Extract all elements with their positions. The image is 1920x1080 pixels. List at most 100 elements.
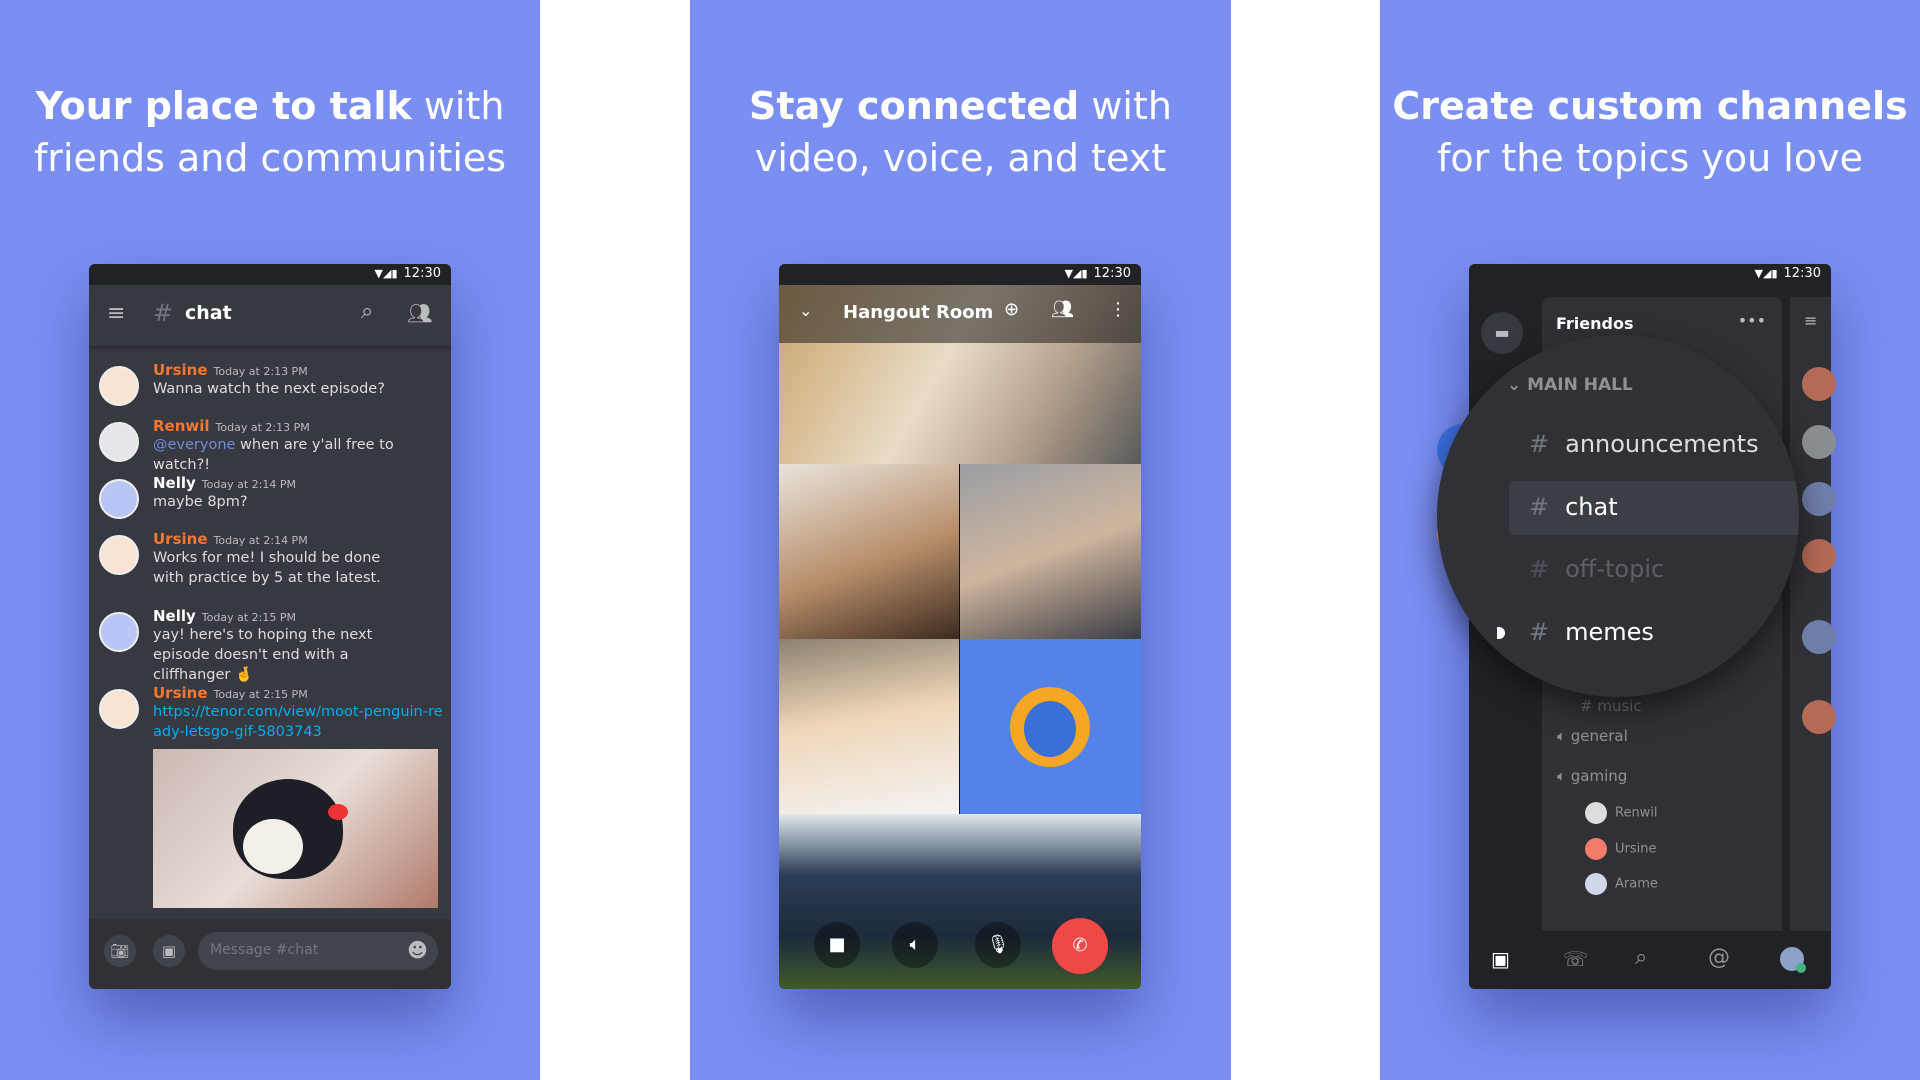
member-avatar[interactable]	[1802, 482, 1836, 516]
microphone-button[interactable]: 🎙︎	[975, 922, 1021, 968]
profile-avatar[interactable]	[1780, 947, 1806, 973]
channel-memes[interactable]: # memes	[1529, 618, 1654, 646]
status-bar: ▼◢▮ 12:30	[1469, 264, 1831, 285]
message-link[interactable]: https://tenor.com/view/moot-penguin-read…	[153, 702, 443, 742]
video-tile-baking[interactable]: ⌄ Hangout Room ⊕ 👥︎ ⋮	[779, 285, 1141, 464]
channels-phone: ▼◢▮ 12:30 ▬ Friendos ••• ≡ # music 🔈︎ gen…	[1437, 264, 1836, 989]
speaker-button[interactable]: 🔈︎	[892, 922, 938, 968]
message-input[interactable]: Message #chat ☻	[198, 932, 438, 970]
wifi-signal-battery-icon: ▼◢▮	[1754, 267, 1778, 280]
message: Nelly Today at 2:15 PM yay! here's to hopi…	[99, 606, 443, 685]
video-tile-headphones[interactable]	[960, 464, 1141, 639]
user-name: Arame	[1615, 876, 1658, 892]
timestamp: Today at 2:14 PM	[213, 534, 308, 547]
author[interactable]: Ursine	[153, 684, 208, 702]
headline-rest: with	[1079, 84, 1172, 128]
timestamp: Today at 2:15 PM	[201, 611, 296, 624]
message-text: Works for me! I should be done with prac…	[153, 550, 381, 586]
user-name: Ursine	[1615, 841, 1657, 857]
camera-toggle-button[interactable]: ■	[814, 922, 860, 968]
discord-home-icon[interactable]: ▣	[1491, 947, 1510, 971]
avatar-nelly[interactable]	[99, 612, 139, 652]
end-call-button[interactable]: ✆	[1052, 918, 1108, 974]
more-options-icon[interactable]: •••	[1738, 311, 1766, 330]
friends-icon[interactable]: ☏	[1563, 947, 1588, 971]
channel-name: announcements	[1565, 430, 1759, 458]
timestamp: Today at 2:13 PM	[213, 365, 308, 378]
video-phone: ▼◢▮ 12:30 ⌄ Hangout Room ⊕ 👥︎ ⋮ ■ 🔈︎ 🎙︎ ✆	[779, 264, 1141, 989]
channel-name: off-topic	[1565, 555, 1665, 583]
direct-messages-icon[interactable]: ▬	[1481, 312, 1523, 354]
menu-icon[interactable]: ≡	[107, 301, 125, 326]
author[interactable]: Nelly	[153, 474, 196, 492]
headline-rest: with	[411, 84, 505, 128]
video-tile-avatar[interactable]	[960, 639, 1141, 814]
hash-icon: #	[153, 299, 174, 327]
camera-icon[interactable]: 📷︎	[104, 935, 136, 967]
avatar	[1585, 873, 1607, 895]
member-avatar[interactable]	[1802, 425, 1836, 459]
member-avatar[interactable]	[1802, 700, 1836, 734]
author[interactable]: Nelly	[153, 607, 196, 625]
status-bar: ▼◢▮ 12:30	[89, 264, 451, 285]
timestamp: Today at 2:14 PM	[201, 478, 296, 491]
avatar-renwil[interactable]	[99, 422, 139, 462]
channel-chat[interactable]: # chat	[1529, 493, 1618, 521]
voice-channel-gaming[interactable]: 🔈︎ gaming	[1557, 767, 1627, 785]
menu-icon[interactable]: ≡	[1804, 311, 1817, 330]
hash-icon: #	[1529, 493, 1550, 521]
timestamp: Today at 2:15 PM	[213, 688, 308, 701]
emoji-icon[interactable]: ☻	[407, 938, 428, 962]
hash-icon: #	[1529, 430, 1550, 458]
penguin-gif-image[interactable]	[153, 749, 438, 908]
members-icon[interactable]: 👥︎	[1051, 299, 1074, 320]
video-tile-smiling[interactable]	[779, 639, 959, 814]
avatar-ursine[interactable]	[99, 689, 139, 729]
message-text: yay! here's to hoping the next episode d…	[153, 627, 373, 683]
hash-icon: #	[1529, 555, 1550, 583]
more-options-icon[interactable]: ⋮	[1109, 299, 1127, 320]
mentions-icon[interactable]: @	[1708, 945, 1730, 970]
member-list: ≡	[1790, 297, 1836, 931]
search-icon[interactable]: ⌕	[1635, 945, 1647, 970]
author[interactable]: Renwil	[153, 417, 210, 435]
mention[interactable]: @everyone	[153, 437, 235, 453]
member-avatar[interactable]	[1802, 539, 1836, 573]
server-name: Friendos	[1556, 314, 1634, 333]
avatar	[1585, 838, 1607, 860]
members-icon[interactable]: 👥︎	[407, 301, 432, 325]
headline-bold: Your place to talk	[35, 84, 412, 128]
channel-name: chat	[185, 302, 232, 324]
avatar-nelly[interactable]	[99, 479, 139, 519]
avatar-ursine[interactable]	[99, 366, 139, 406]
member-avatar[interactable]	[1802, 620, 1836, 654]
avatar-ursine[interactable]	[99, 535, 139, 575]
video-tile-game[interactable]: ■ 🔈︎ 🎙︎ ✆	[779, 814, 1141, 989]
category-main-hall[interactable]: ⌄ MAIN HALL	[1507, 375, 1633, 395]
avatar	[1585, 802, 1607, 824]
promo-panel-channels: Create custom channels for the topics yo…	[1380, 0, 1920, 1080]
voice-channel-general[interactable]: 🔈︎ general	[1557, 727, 1628, 745]
timestamp: Today at 2:13 PM	[215, 421, 310, 434]
status-time: 12:30	[1093, 266, 1131, 281]
member-avatar[interactable]	[1802, 367, 1836, 401]
composer: 📷︎ ▣ Message #chat ☻	[89, 919, 451, 989]
room-name: Hangout Room	[843, 302, 994, 323]
search-icon[interactable]: ⌕	[361, 299, 373, 324]
voice-user[interactable]: Renwil	[1585, 802, 1658, 824]
wifi-signal-battery-icon: ▼◢▮	[374, 267, 398, 280]
message: Ursine Today at 2:13 PM Wanna watch the ne…	[99, 360, 443, 406]
status-bar: ▼◢▮ 12:30	[779, 264, 1141, 285]
author[interactable]: Ursine	[153, 530, 208, 548]
chevron-down-icon[interactable]: ⌄	[799, 301, 812, 320]
gallery-icon[interactable]: ▣	[153, 935, 185, 967]
channel-off-topic[interactable]: # off-topic	[1529, 555, 1664, 583]
video-tile-guitar[interactable]	[779, 464, 959, 639]
add-person-icon[interactable]: ⊕	[1004, 299, 1019, 320]
author[interactable]: Ursine	[153, 361, 208, 379]
headline-line2: for the topics you love	[1437, 136, 1863, 180]
channel-announcements[interactable]: # announcements	[1529, 430, 1759, 458]
voice-user[interactable]: Ursine	[1585, 838, 1656, 860]
voice-user[interactable]: Arame	[1585, 873, 1658, 895]
status-time: 12:30	[1783, 266, 1821, 281]
